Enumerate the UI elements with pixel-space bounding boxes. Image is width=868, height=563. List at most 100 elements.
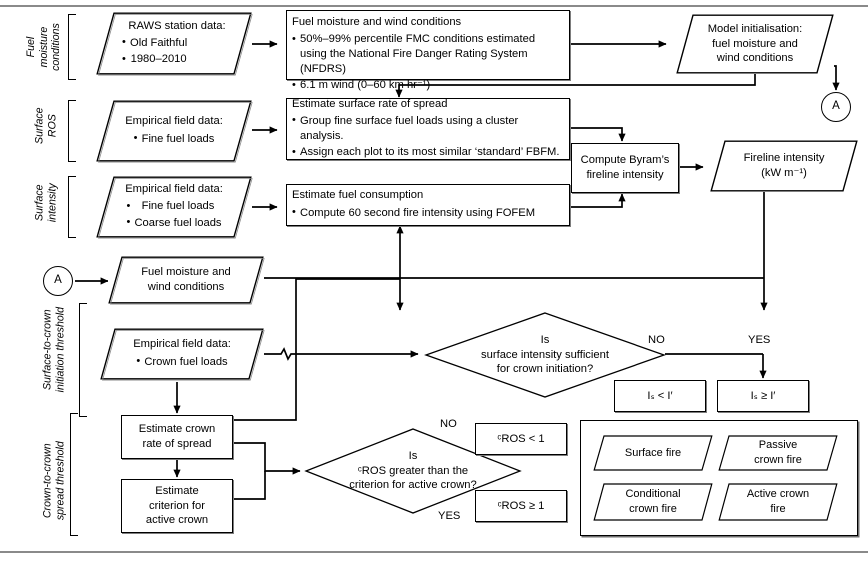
stage-bracket-surface-to-crown — [79, 303, 87, 417]
node-line: rate of spread — [142, 438, 212, 450]
stage-label-surface-intensity: Surface intensity — [33, 159, 58, 247]
node-title: Empirical field data: — [125, 115, 223, 128]
node-title: RAWS station data: — [128, 19, 226, 32]
node-title: Fuel moisture and wind conditions — [292, 16, 462, 28]
node-empirical-field-data-fine: Empirical field data: Fine fuel loads — [96, 100, 253, 163]
legend-line: fire — [770, 503, 786, 515]
legend-line: Conditional — [625, 488, 681, 501]
node-fuel-moisture-and-wind-conditions-2: Fuel moisture and wind conditions — [108, 256, 265, 305]
node-bullets: Fine fuel loads — [134, 130, 215, 148]
legend-line: crown fire — [754, 454, 802, 466]
stage-bracket-surface-intensity — [68, 176, 76, 238]
stage-line: Crown-to-crown — [41, 443, 54, 519]
bullet-item: Compute 60 second fire intensity using F… — [292, 205, 564, 221]
node-fuel-moisture-and-wind-conditions: Fuel moisture and wind conditions 50%–99… — [286, 10, 570, 92]
node-model-initialisation: Model initialisation: fuel moisture and … — [676, 14, 834, 74]
node-line: criterion for — [149, 499, 205, 512]
node-bullets: Old Faithful 1980–2010 — [122, 34, 187, 68]
node-empirical-field-data-crown: Empirical field data: Crown fuel loads — [100, 328, 265, 381]
stage-line: intensity — [46, 183, 58, 223]
node-line: Estimate — [155, 484, 199, 497]
figure-top-rule — [0, 5, 868, 7]
legend-line: Active crown — [746, 488, 810, 501]
node-line: fuel moisture and — [712, 37, 798, 50]
node-line: wind conditions — [147, 281, 225, 293]
node-decision-surface-intensity-sufficient: Is surface intensity sufficient for crow… — [424, 312, 666, 398]
node-raws-station-data: RAWS station data: Old Faithful 1980–201… — [96, 12, 253, 76]
flowchart-figure: Fuel moisture conditions Surface ROS Sur… — [0, 0, 868, 563]
stage-label-crown-to-crown-spread-threshold: Crown-to-crown spread threshold — [41, 411, 66, 551]
stage-line: Surface-to-crown — [41, 309, 54, 391]
bullet-item: Assign each plot to its most similar ‘st… — [292, 145, 564, 160]
stage-line: spread threshold — [54, 441, 66, 521]
node-line: Fireline intensity — [743, 152, 825, 165]
node-line: surface intensity sufficient — [481, 348, 609, 361]
node-bullets: Crown fuel loads — [136, 353, 227, 371]
node-title: Estimate surface rate of spread — [292, 97, 448, 110]
node-line: Fuel moisture and — [141, 266, 231, 279]
node-line: wind conditions — [716, 52, 794, 65]
bullet-item: Fine fuel loads — [134, 131, 215, 147]
legend-panel: Surface fire Passive crown fire Conditio… — [580, 420, 858, 536]
node-outcome-is-greater-equal-i: Iₛ ≥ I′ — [717, 380, 809, 412]
bullet-item: Group fine surface fuel loads using a cl… — [292, 113, 564, 144]
legend-line: Passive — [758, 439, 798, 452]
bullet-item: Coarse fuel loads — [126, 215, 221, 231]
connector-a-out: A — [821, 92, 851, 122]
connector-a-in: A — [43, 266, 73, 296]
node-line: ᶜROS greater than the — [357, 464, 469, 477]
stage-bracket-fuel-moisture — [68, 14, 76, 80]
node-line: Compute Byram’s — [580, 154, 670, 167]
edge-label-surface-intensity-yes: YES — [748, 334, 771, 346]
node-label: Iₛ ≥ I′ — [750, 389, 776, 402]
stage-label-fuel-moisture-conditions: Fuel moisture conditions — [25, 0, 63, 97]
node-bullets: Compute 60 second fire intensity using F… — [292, 204, 564, 222]
stage-bracket-surface-ros — [68, 100, 76, 162]
node-empirical-field-data-fine-coarse: Empirical field data: Fine fuel loads Co… — [96, 176, 253, 239]
node-title: Empirical field data: — [125, 183, 223, 196]
stage-line: Fuel — [24, 36, 37, 58]
bullet-item: Fine fuel loads — [126, 199, 221, 214]
bullet-item: 6.1 m wind (0–60 km hr⁻¹) — [292, 78, 564, 93]
connector-label: A — [832, 100, 840, 113]
stage-bracket-crown-to-crown — [70, 413, 78, 536]
node-bullets: Group fine surface fuel loads using a cl… — [292, 112, 564, 161]
stage-line: moisture — [37, 26, 50, 68]
node-line: active crown — [145, 514, 209, 527]
stage-line: ROS — [46, 114, 58, 138]
node-line: Is — [408, 449, 418, 462]
node-line: Model initialisation: — [707, 22, 803, 35]
node-fireline-intensity: Fireline intensity (kW m⁻¹) — [710, 140, 858, 192]
node-title: Estimate fuel consumption — [292, 189, 424, 202]
node-line: (kW m⁻¹) — [761, 167, 807, 179]
node-line: Is — [540, 333, 550, 346]
legend-item-passive-crown-fire: Passive crown fire — [718, 435, 838, 471]
node-line: Estimate crown — [138, 423, 216, 436]
node-line: criterion for active crown? — [349, 479, 477, 492]
legend-line: Surface fire — [624, 446, 682, 459]
stage-label-surface-to-crown-initiation-threshold: Surface-to-crown initiation threshold — [41, 286, 66, 414]
stage-line: conditions — [50, 23, 63, 71]
node-decision-cros-greater-than-criterion: Is ᶜROS greater than the criterion for a… — [304, 428, 522, 514]
bullet-item: Crown fuel loads — [136, 354, 227, 370]
bullet-item: 1980–2010 — [122, 52, 187, 67]
node-estimate-surface-rate-of-spread: Estimate surface rate of spread Group fi… — [286, 98, 570, 160]
node-bullets: Fine fuel loads Coarse fuel loads — [126, 198, 221, 232]
bullet-item: 50%–99% percentile FMC conditions estima… — [292, 32, 564, 76]
node-line: fireline intensity — [586, 169, 664, 181]
node-compute-byrams-fireline-intensity: Compute Byram’s fireline intensity — [571, 143, 679, 193]
connector-label: A — [54, 274, 62, 287]
stage-line: initiation threshold — [54, 307, 66, 393]
node-line: for crown initiation? — [496, 363, 594, 376]
bullet-item: Old Faithful — [122, 35, 187, 51]
node-bullets: 50%–99% percentile FMC conditions estima… — [292, 31, 564, 95]
legend-item-active-crown-fire: Active crown fire — [718, 483, 838, 521]
legend-item-surface-fire: Surface fire — [593, 435, 713, 471]
legend-item-conditional-crown-fire: Conditional crown fire — [593, 483, 713, 521]
node-estimate-fuel-consumption: Estimate fuel consumption Compute 60 sec… — [286, 184, 570, 226]
node-title: Empirical field data: — [133, 338, 231, 351]
figure-bottom-rule — [0, 551, 868, 553]
stage-label-surface-ros: Surface ROS — [33, 86, 58, 166]
legend-line: crown fire — [629, 503, 677, 515]
node-estimate-criterion-for-active-crown: Estimate criterion for active crown — [121, 479, 233, 533]
